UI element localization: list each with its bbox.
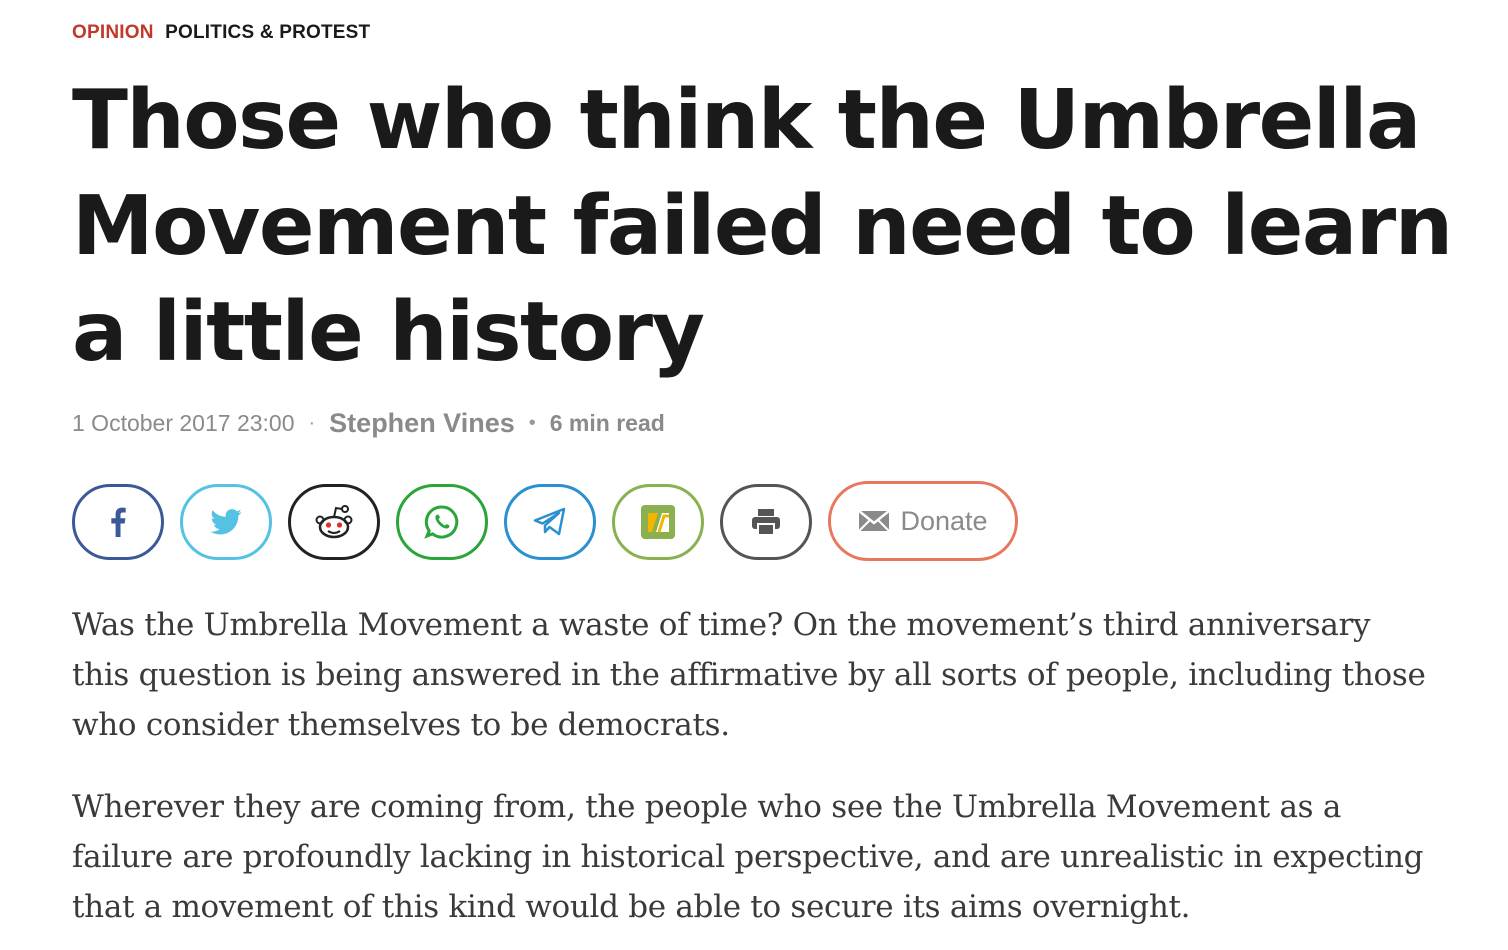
hkfp-icon bbox=[641, 505, 675, 539]
envelope-icon bbox=[858, 510, 891, 532]
donate-button[interactable]: Donate bbox=[828, 481, 1018, 561]
article-page: OPINION POLITICS & PROTEST Those who thi… bbox=[0, 0, 1508, 950]
article-headline: Those who think the Umbrella Movement fa… bbox=[72, 73, 1453, 380]
donate-label: Donate bbox=[900, 505, 988, 536]
read-time: 6 min read bbox=[549, 410, 665, 436]
article-paragraph: Was the Umbrella Movement a waste of tim… bbox=[72, 607, 1426, 743]
publish-date: 1 October 2017 23:00 bbox=[72, 410, 295, 436]
print-icon bbox=[752, 509, 780, 536]
meta-separator: • bbox=[528, 412, 536, 434]
author-link[interactable]: Stephen Vines bbox=[329, 408, 515, 439]
section-link[interactable]: OPINION bbox=[72, 22, 154, 43]
share-whatsapp-button[interactable] bbox=[396, 484, 488, 560]
category-link[interactable]: POLITICS & PROTEST bbox=[165, 22, 370, 43]
article-meta: 1 October 2017 23:00 · Stephen Vines • 6… bbox=[72, 408, 665, 439]
meta-separator: · bbox=[308, 412, 316, 434]
telegram-icon bbox=[533, 507, 566, 536]
article-kicker: OPINION POLITICS & PROTEST bbox=[72, 22, 370, 44]
reddit-icon bbox=[315, 505, 353, 539]
whatsapp-icon bbox=[424, 505, 459, 539]
share-facebook-button[interactable] bbox=[72, 484, 164, 560]
print-button[interactable] bbox=[720, 484, 812, 560]
article-paragraph: Wherever they are coming from, the peopl… bbox=[72, 789, 1424, 925]
facebook-icon bbox=[111, 507, 126, 537]
share-reddit-button[interactable] bbox=[288, 484, 380, 560]
share-hkfp-button[interactable] bbox=[612, 484, 704, 560]
share-telegram-button[interactable] bbox=[504, 484, 596, 560]
share-bar: Donate bbox=[72, 481, 1018, 561]
share-twitter-button[interactable] bbox=[180, 484, 272, 560]
twitter-icon bbox=[210, 509, 242, 535]
